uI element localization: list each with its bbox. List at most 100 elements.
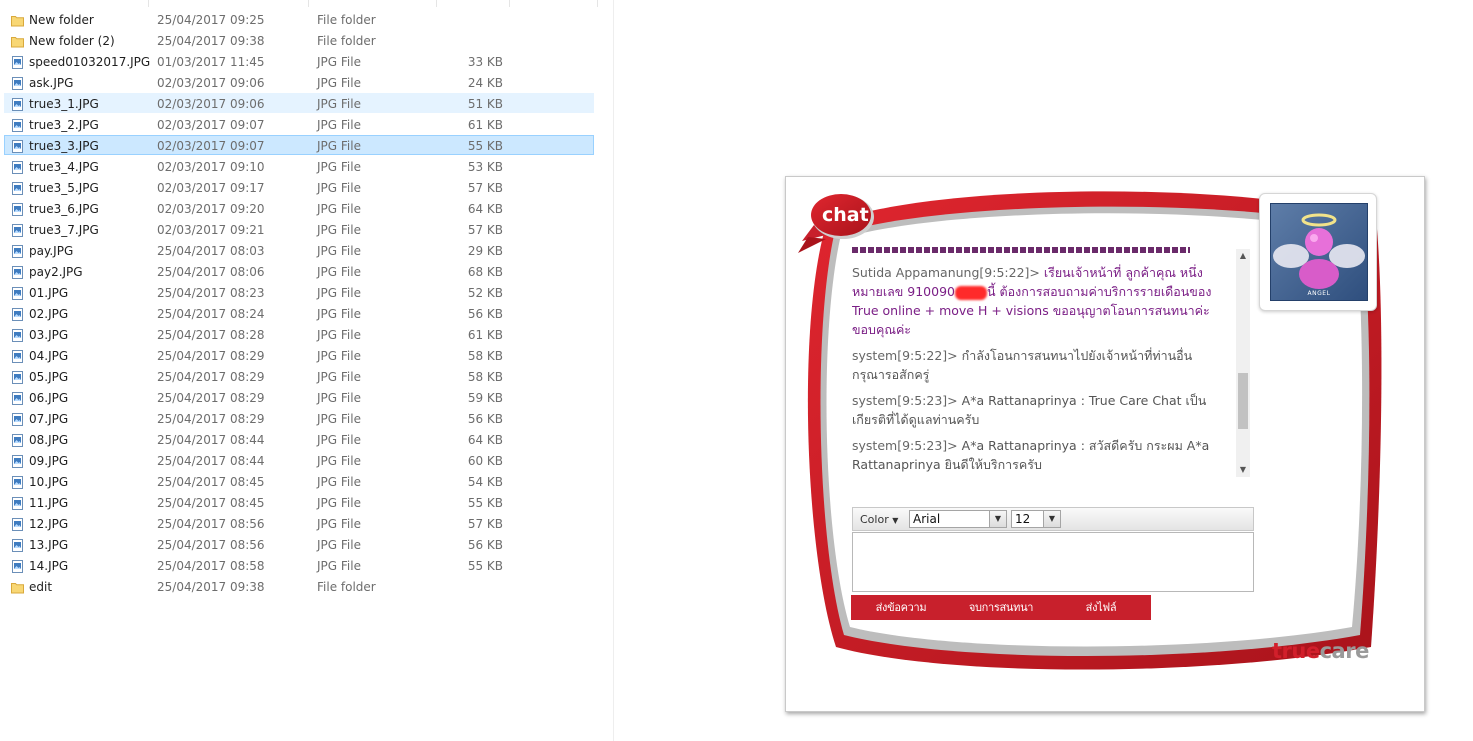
column-separator[interactable] [509, 0, 510, 7]
file-row[interactable]: 08.JPG 25/04/2017 08:44 JPG File 64 KB [4, 429, 594, 449]
end-chat-button[interactable]: จบการสนทนา [951, 595, 1051, 620]
scrollbar-thumb[interactable] [1238, 373, 1248, 429]
column-separator[interactable] [148, 0, 149, 7]
file-name: 12.JPG [29, 517, 69, 531]
chat-message-log[interactable]: Sutida Appamanung[9:5:22]> เรียนเจ้าหน้า… [852, 247, 1224, 477]
image-file-icon [11, 433, 24, 447]
file-name: 05.JPG [29, 370, 69, 384]
folder-icon [11, 580, 24, 594]
file-name: pay.JPG [29, 244, 74, 258]
file-row[interactable]: 14.JPG 25/04/2017 08:58 JPG File 55 KB [4, 555, 594, 575]
caret-down-icon: ▼ [892, 516, 899, 525]
file-name: 04.JPG [29, 349, 69, 363]
chat-badge-label: chat [822, 204, 869, 226]
file-row[interactable]: speed01032017.JPG 01/03/2017 11:45 JPG Fil… [4, 51, 594, 71]
file-row[interactable]: true3_2.JPG 02/03/2017 09:07 JPG File 61 KB [4, 114, 594, 134]
image-file-icon [11, 538, 24, 552]
file-date-modified: 25/04/2017 08:56 [157, 517, 265, 531]
file-row[interactable]: edit 25/04/2017 09:38 File folder [4, 576, 594, 596]
image-file-icon [11, 265, 24, 279]
chat-message: system[9:5:22]> กำลังโอนการสนทนาไปยังเจ้… [852, 346, 1224, 384]
image-file-icon [11, 181, 24, 195]
image-file-icon [11, 370, 24, 384]
message-input[interactable] [852, 532, 1254, 592]
file-name: true3_4.JPG [29, 160, 99, 174]
file-row[interactable]: pay.JPG 25/04/2017 08:03 JPG File 29 KB [4, 240, 594, 260]
file-row[interactable]: 05.JPG 25/04/2017 08:29 JPG File 58 KB [4, 366, 594, 386]
brand-text-care: care [1319, 639, 1370, 663]
file-row[interactable]: true3_5.JPG 02/03/2017 09:17 JPG File 57 KB [4, 177, 594, 197]
file-date-modified: 25/04/2017 08:58 [157, 559, 265, 573]
file-name: 07.JPG [29, 412, 69, 426]
chevron-down-icon[interactable]: ▼ [989, 511, 1006, 527]
file-name: true3_6.JPG [29, 202, 99, 216]
file-name: 11.JPG [29, 496, 69, 510]
file-type: JPG File [317, 412, 361, 426]
file-size: 55 KB [467, 496, 503, 510]
file-row[interactable]: New folder (2) 25/04/2017 09:38 File folde… [4, 30, 594, 50]
image-file-icon [11, 139, 24, 153]
file-row[interactable]: true3_1.JPG 02/03/2017 09:06 JPG File 51 KB [4, 93, 594, 113]
file-type: JPG File [317, 391, 361, 405]
file-type: JPG File [317, 160, 361, 174]
file-date-modified: 02/03/2017 09:06 [157, 76, 265, 90]
file-row[interactable]: 03.JPG 25/04/2017 08:28 JPG File 61 KB [4, 324, 594, 344]
file-row[interactable]: 09.JPG 25/04/2017 08:44 JPG File 60 KB [4, 450, 594, 470]
file-row[interactable]: true3_4.JPG 02/03/2017 09:10 JPG File 53 KB [4, 156, 594, 176]
image-file-icon [11, 244, 24, 258]
file-date-modified: 01/03/2017 11:45 [157, 55, 265, 69]
file-date-modified: 02/03/2017 09:17 [157, 181, 265, 195]
scroll-down-arrow-icon[interactable]: ▼ [1236, 463, 1250, 477]
file-row[interactable]: 11.JPG 25/04/2017 08:45 JPG File 55 KB [4, 492, 594, 512]
file-row[interactable]: true3_3.JPG 02/03/2017 09:07 JPG File 55 KB [4, 135, 594, 155]
file-row[interactable]: 01.JPG 25/04/2017 08:23 JPG File 52 KB [4, 282, 594, 302]
message-sender: Sutida Appamanung[9:5:22]> [852, 265, 1040, 280]
folder-icon [11, 34, 24, 48]
file-size: 56 KB [467, 307, 503, 321]
chat-log-scrollbar[interactable]: ▲ ▼ [1236, 249, 1250, 477]
file-row[interactable]: true3_7.JPG 02/03/2017 09:21 JPG File 57 KB [4, 219, 594, 239]
file-row[interactable]: 06.JPG 25/04/2017 08:29 JPG File 59 KB [4, 387, 594, 407]
font-family-select[interactable]: Arial ▼ [909, 510, 1007, 528]
file-date-modified: 25/04/2017 08:56 [157, 538, 265, 552]
file-row[interactable]: 10.JPG 25/04/2017 08:45 JPG File 54 KB [4, 471, 594, 491]
file-date-modified: 25/04/2017 08:29 [157, 349, 265, 363]
file-row[interactable]: 13.JPG 25/04/2017 08:56 JPG File 56 KB [4, 534, 594, 554]
message-sender: system[9:5:23]> [852, 438, 958, 453]
avatar-caption: ANGEL [1307, 290, 1331, 297]
brand-text-true: true [1272, 639, 1320, 663]
column-separator[interactable] [597, 0, 598, 7]
image-file-icon [11, 349, 24, 363]
chat-message: Sutida Appamanung[9:5:22]> เรียนเจ้าหน้า… [852, 263, 1224, 339]
image-file-icon [11, 223, 24, 237]
file-row[interactable]: pay2.JPG 25/04/2017 08:06 JPG File 68 KB [4, 261, 594, 281]
file-row[interactable]: New folder 25/04/2017 09:25 File folder [4, 9, 594, 29]
angel-icon [1273, 213, 1365, 289]
image-file-icon [11, 55, 24, 69]
file-row[interactable]: 12.JPG 25/04/2017 08:56 JPG File 57 KB [4, 513, 594, 533]
file-size: 55 KB [467, 139, 503, 153]
column-separator[interactable] [436, 0, 437, 7]
file-type: JPG File [317, 181, 361, 195]
send-message-button[interactable]: ส่งข้อความ [851, 595, 951, 620]
file-type: JPG File [317, 349, 361, 363]
file-date-modified: 25/04/2017 09:38 [157, 34, 265, 48]
image-file-icon [11, 202, 24, 216]
file-row[interactable]: 07.JPG 25/04/2017 08:29 JPG File 56 KB [4, 408, 594, 428]
file-name: true3_1.JPG [29, 97, 99, 111]
file-date-modified: 25/04/2017 08:44 [157, 433, 265, 447]
file-row[interactable]: 04.JPG 25/04/2017 08:29 JPG File 58 KB [4, 345, 594, 365]
send-file-button[interactable]: ส่งไฟล์ [1051, 595, 1151, 620]
file-row[interactable]: 02.JPG 25/04/2017 08:24 JPG File 56 KB [4, 303, 594, 323]
file-size: 24 KB [467, 76, 503, 90]
file-row[interactable]: true3_6.JPG 02/03/2017 09:20 JPG File 64 KB [4, 198, 594, 218]
column-separator[interactable] [308, 0, 309, 7]
font-size-select[interactable]: 12 ▼ [1011, 510, 1061, 528]
scroll-up-arrow-icon[interactable]: ▲ [1236, 249, 1250, 263]
file-row[interactable]: ask.JPG 02/03/2017 09:06 JPG File 24 KB [4, 72, 594, 92]
file-date-modified: 25/04/2017 08:44 [157, 454, 265, 468]
color-picker-button[interactable]: Color ▼ [860, 513, 898, 526]
image-file-icon [11, 475, 24, 489]
chevron-down-icon[interactable]: ▼ [1043, 511, 1060, 527]
file-size: 59 KB [467, 391, 503, 405]
